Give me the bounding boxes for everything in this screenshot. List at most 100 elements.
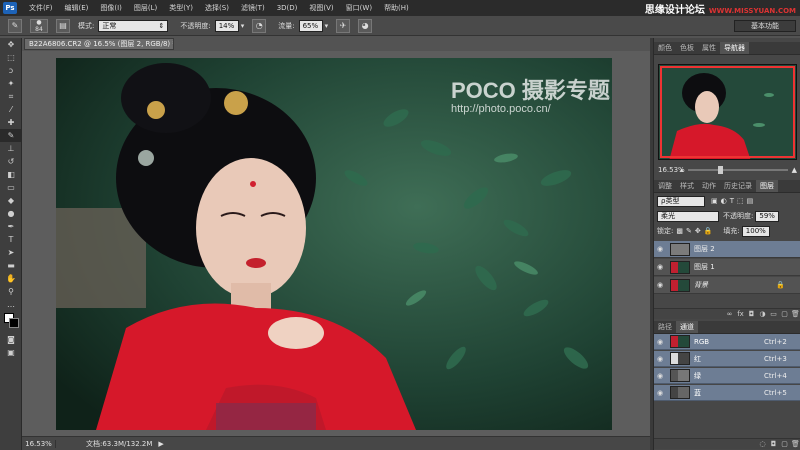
- layer-row-1[interactable]: ◉ 图层 1: [654, 259, 800, 276]
- layer-opacity-input[interactable]: 59%: [755, 210, 780, 222]
- save-selection-icon[interactable]: ◘: [768, 440, 779, 448]
- fill-input[interactable]: 100%: [741, 225, 770, 237]
- tab-navigator[interactable]: 导航器: [720, 42, 749, 54]
- navigator-view-box[interactable]: [660, 66, 795, 158]
- crop-tool-icon[interactable]: ⌗: [0, 90, 22, 103]
- menu-view[interactable]: 视图(V): [309, 3, 333, 13]
- eye-icon[interactable]: ◉: [654, 389, 666, 397]
- navigator-preview[interactable]: [658, 64, 797, 160]
- dodge-tool-icon[interactable]: ●: [0, 207, 22, 220]
- menu-window[interactable]: 窗口(W): [346, 3, 372, 13]
- link-icon[interactable]: ∞: [724, 310, 735, 318]
- more-tools-icon[interactable]: …: [0, 298, 22, 311]
- menu-edit[interactable]: 编辑(E): [65, 3, 89, 13]
- trash-icon[interactable]: 🗑: [790, 440, 800, 448]
- eye-icon[interactable]: ◉: [654, 355, 666, 363]
- document-tab[interactable]: B22A6806.CR2 @ 16.5% (图层 2, RGB/8) * ×: [24, 38, 174, 50]
- gradient-tool-icon[interactable]: ▭: [0, 181, 22, 194]
- brush-preset-picker[interactable]: ✎: [8, 18, 22, 33]
- adjustment-icon[interactable]: ◑: [757, 310, 768, 318]
- eye-icon[interactable]: ◉: [654, 338, 666, 346]
- menu-image[interactable]: 图像(I): [100, 3, 122, 13]
- eye-icon[interactable]: ◉: [654, 281, 666, 289]
- menu-file[interactable]: 文件(F): [29, 3, 53, 13]
- status-menu-arrow[interactable]: ▶: [158, 440, 163, 448]
- folder-icon[interactable]: ▭: [768, 310, 779, 318]
- load-selection-icon[interactable]: ◌: [757, 440, 768, 448]
- filter-icons[interactable]: ▣◐T⬚▤: [711, 197, 756, 205]
- quick-select-tool-icon[interactable]: ✦: [0, 77, 22, 90]
- zoom-out-icon[interactable]: ▴: [680, 166, 684, 174]
- hand-tool-icon[interactable]: ✋: [0, 272, 22, 285]
- tab-adjustments[interactable]: 调整: [654, 180, 676, 192]
- menu-select[interactable]: 选择(S): [205, 3, 229, 13]
- menu-filter[interactable]: 滤镜(T): [241, 3, 265, 13]
- type-tool-icon[interactable]: T: [0, 233, 22, 246]
- history-brush-tool-icon[interactable]: ↺: [0, 155, 22, 168]
- layer-row-background[interactable]: ◉ 背景 🔒: [654, 277, 800, 294]
- workspace-select[interactable]: 基本功能: [734, 20, 796, 32]
- photo-canvas[interactable]: POCO 摄影专题 http://photo.poco.cn/: [56, 58, 612, 430]
- new-channel-icon[interactable]: ▢: [779, 440, 790, 448]
- move-tool-icon[interactable]: ✥: [0, 38, 22, 51]
- quick-mask-icon[interactable]: ◙: [0, 333, 22, 346]
- marquee-tool-icon[interactable]: ⬚: [0, 51, 22, 64]
- brush-panel-toggle-icon[interactable]: ▤: [56, 18, 70, 33]
- trash-icon[interactable]: 🗑: [790, 310, 800, 318]
- channel-row-red[interactable]: ◉ 红 Ctrl+3: [654, 351, 800, 367]
- zoom-in-icon[interactable]: ▲: [792, 166, 797, 174]
- flow-dropdown-icon[interactable]: ▾: [325, 22, 329, 30]
- zoom-slider-knob[interactable]: [717, 166, 723, 174]
- screen-mode-icon[interactable]: ▣: [0, 346, 22, 359]
- fx-icon[interactable]: fx: [735, 310, 746, 318]
- shape-tool-icon[interactable]: ▬: [0, 259, 22, 272]
- eye-icon[interactable]: ◉: [654, 372, 666, 380]
- color-swatches[interactable]: [0, 311, 22, 333]
- tab-actions[interactable]: 动作: [698, 180, 720, 192]
- layer-row-2[interactable]: ◉ 图层 2: [654, 241, 800, 258]
- menu-type[interactable]: 类型(Y): [169, 3, 193, 13]
- tab-history[interactable]: 历史记录: [720, 180, 756, 192]
- zoom-level[interactable]: 16.53%: [22, 439, 56, 448]
- lasso-tool-icon[interactable]: ↄ: [0, 64, 22, 77]
- opacity-input[interactable]: 14%: [214, 19, 239, 32]
- healing-brush-tool-icon[interactable]: ✚: [0, 116, 22, 129]
- pressure-opacity-icon[interactable]: ◔: [252, 18, 267, 33]
- tab-color[interactable]: 颜色: [654, 42, 676, 54]
- tab-channels[interactable]: 通道: [676, 321, 698, 333]
- menu-help[interactable]: 帮助(H): [384, 3, 409, 13]
- navigator-zoom-value[interactable]: 16.53%: [658, 166, 685, 174]
- tab-paths[interactable]: 路径: [654, 321, 676, 333]
- flow-input[interactable]: 65%: [298, 19, 323, 32]
- eraser-tool-icon[interactable]: ◧: [0, 168, 22, 181]
- menu-layer[interactable]: 图层(L): [134, 3, 157, 13]
- navigator-zoom-slider[interactable]: [687, 166, 788, 174]
- menu-3d[interactable]: 3D(D): [277, 4, 298, 12]
- zoom-tool-icon[interactable]: ⚲: [0, 285, 22, 298]
- eye-icon[interactable]: ◉: [654, 245, 666, 253]
- channel-row-rgb[interactable]: ◉ RGB Ctrl+2: [654, 334, 800, 350]
- new-layer-icon[interactable]: ▢: [779, 310, 790, 318]
- tab-swatches[interactable]: 色板: [676, 42, 698, 54]
- eye-icon[interactable]: ◉: [654, 263, 666, 271]
- blur-tool-icon[interactable]: ◆: [0, 194, 22, 207]
- mask-icon[interactable]: ◘: [746, 310, 757, 318]
- layer-filter-select[interactable]: ρ类型: [657, 195, 705, 207]
- airbrush-icon[interactable]: ✈: [336, 18, 351, 33]
- channel-row-blue[interactable]: ◉ 蓝 Ctrl+5: [654, 385, 800, 401]
- brush-size-picker[interactable]: ● 84: [30, 18, 48, 33]
- tab-layers[interactable]: 图层: [756, 180, 778, 192]
- brush-tool-icon[interactable]: ✎: [0, 129, 22, 142]
- eyedropper-tool-icon[interactable]: ⁄: [0, 103, 22, 116]
- tab-styles[interactable]: 样式: [676, 180, 698, 192]
- pen-tool-icon[interactable]: ✒: [0, 220, 22, 233]
- blend-mode-select[interactable]: 柔光: [657, 210, 719, 222]
- clone-stamp-tool-icon[interactable]: ⊥: [0, 142, 22, 155]
- background-color-swatch[interactable]: [9, 318, 19, 328]
- tab-properties[interactable]: 属性: [698, 42, 720, 54]
- lock-icons[interactable]: ▩✎✥🔒: [676, 227, 715, 235]
- opacity-dropdown-icon[interactable]: ▾: [241, 22, 245, 30]
- mode-select[interactable]: 正常 ⇕: [98, 19, 169, 32]
- brush-tool-icon[interactable]: ✎: [8, 18, 22, 33]
- channel-row-green[interactable]: ◉ 绿 Ctrl+4: [654, 368, 800, 384]
